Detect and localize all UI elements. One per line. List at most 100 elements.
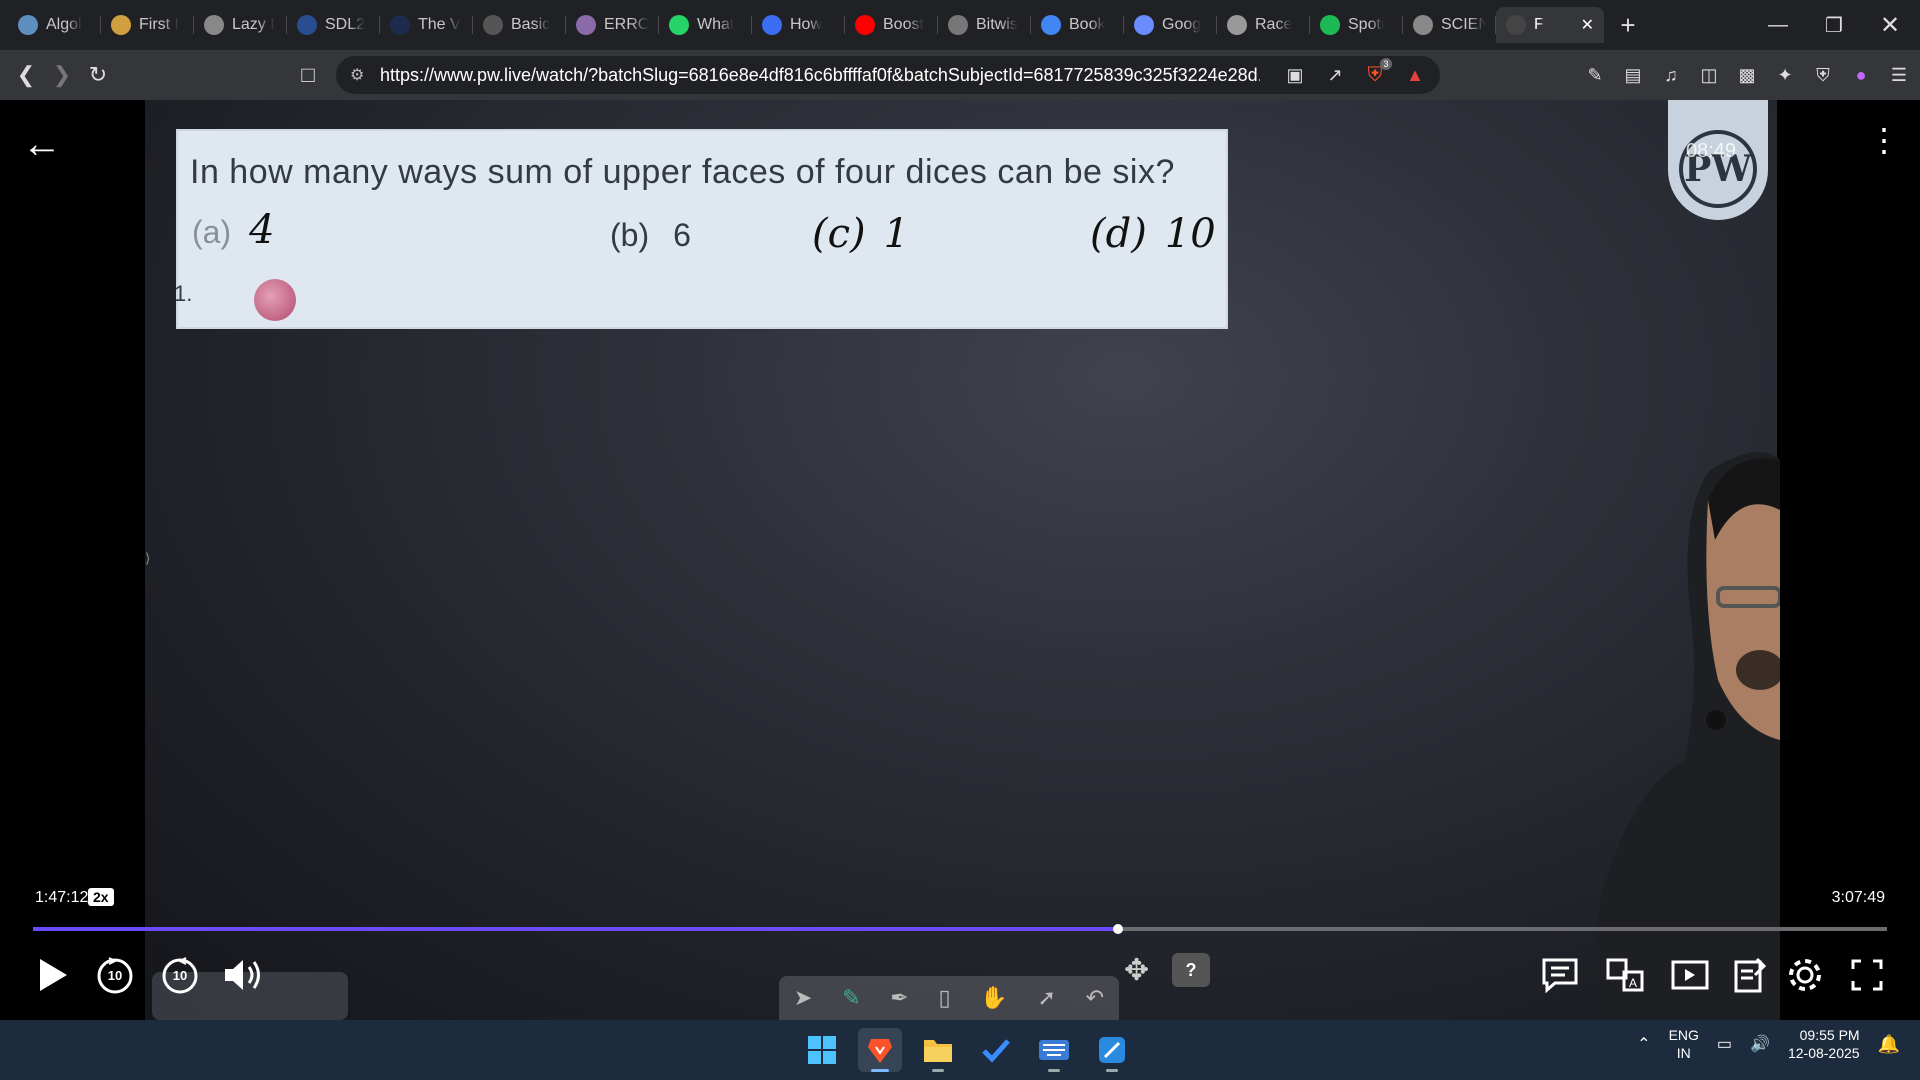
browser-tab[interactable]: Lazy I bbox=[194, 7, 287, 43]
tab-label: Bitwis bbox=[976, 16, 1018, 33]
video-player[interactable]: In how many ways sum of upper faces of f… bbox=[0, 100, 1920, 1020]
browser-tab[interactable]: Race bbox=[1217, 7, 1310, 43]
browser-tab[interactable]: The V bbox=[380, 7, 473, 43]
tab-label: Boost bbox=[883, 16, 924, 33]
file-explorer-icon[interactable] bbox=[916, 1028, 960, 1072]
pen-tool-icon[interactable]: ✎ bbox=[842, 985, 860, 1011]
windows-taskbar: ⌃ ENG IN ▭ 🔊 09:55 PM 12-08-2025 🔔 bbox=[0, 1020, 1920, 1080]
brave-rewards-icon[interactable]: ▲ bbox=[1402, 62, 1428, 88]
tab-label: Spoti bbox=[1348, 16, 1385, 33]
todo-check-icon[interactable] bbox=[974, 1028, 1018, 1072]
progress-knob[interactable] bbox=[1112, 924, 1123, 934]
side-panel-toggle-icon[interactable]: ⟩ bbox=[145, 550, 150, 567]
menu-icon[interactable]: ☰ bbox=[1886, 62, 1912, 88]
cast-icon[interactable]: ▣ bbox=[1282, 62, 1308, 88]
tab-label: First I bbox=[139, 16, 179, 33]
bookmark-icon[interactable]: □ bbox=[290, 57, 326, 93]
forward-icon[interactable]: ❯ bbox=[44, 57, 80, 93]
translate-icon[interactable]: A bbox=[1600, 950, 1650, 1000]
pointer-tool-icon[interactable]: ➤ bbox=[794, 985, 812, 1011]
keyboard-app-icon[interactable] bbox=[1032, 1028, 1076, 1072]
spotify-icon bbox=[1320, 15, 1340, 35]
settings-gear-icon[interactable] bbox=[1780, 950, 1830, 1000]
progress-bar[interactable] bbox=[33, 924, 1887, 934]
eraser-tool-icon[interactable]: ▯ bbox=[938, 985, 950, 1011]
more-options-icon[interactable]: ⋮ bbox=[1868, 124, 1900, 156]
browser-tab[interactable]: SDL2 bbox=[287, 7, 380, 43]
browser-tab[interactable]: F ✕ bbox=[1496, 7, 1604, 43]
sidebar-icon[interactable]: ◫ bbox=[1696, 62, 1722, 88]
url-text[interactable]: https://www.pw.live/watch/?batchSlug=681… bbox=[380, 65, 1260, 86]
tab-label: The V bbox=[418, 16, 461, 33]
highlighter-tool-icon[interactable]: ✒ bbox=[890, 985, 908, 1011]
chat-icon bbox=[18, 15, 38, 35]
arrow-tool-icon[interactable]: ➚ bbox=[1037, 985, 1055, 1011]
volume-button[interactable] bbox=[218, 950, 268, 1000]
brave-browser-icon[interactable] bbox=[858, 1028, 902, 1072]
profile-icon[interactable]: ● bbox=[1848, 62, 1874, 88]
site-settings-icon[interactable]: ⚙ bbox=[350, 65, 380, 85]
fullscreen-icon[interactable] bbox=[1842, 950, 1892, 1000]
tab-label: How bbox=[790, 16, 823, 33]
tab-label: What bbox=[697, 16, 735, 33]
media-icon[interactable]: ♫ bbox=[1658, 62, 1684, 88]
browser-tab[interactable]: Bitwis bbox=[938, 7, 1031, 43]
browser-tab[interactable]: Algol bbox=[8, 7, 101, 43]
browser-tab[interactable]: ERRO bbox=[566, 7, 659, 43]
svg-text:A: A bbox=[1629, 976, 1637, 990]
snipping-tool-icon[interactable] bbox=[1090, 1028, 1134, 1072]
notification-bell-icon[interactable]: 🔔 bbox=[1878, 1034, 1900, 1055]
hand-tool-icon[interactable]: ✋ bbox=[980, 985, 1007, 1011]
clock[interactable]: 09:55 PM 12-08-2025 bbox=[1788, 1026, 1860, 1062]
browser-tab[interactable]: What bbox=[659, 7, 752, 43]
vpn-icon[interactable]: ⛨ bbox=[1810, 62, 1836, 88]
browser-tab[interactable]: SCIEN bbox=[1403, 7, 1496, 43]
address-bar[interactable]: ⚙ https://www.pw.live/watch/?batchSlug=6… bbox=[336, 56, 1440, 94]
volume-tray-icon[interactable]: 🔊 bbox=[1750, 1034, 1770, 1054]
tab-label: ERRO bbox=[604, 16, 649, 33]
youtube-icon bbox=[855, 15, 875, 35]
browser-tab[interactable]: First I bbox=[101, 7, 194, 43]
video-mode-icon[interactable] bbox=[1665, 950, 1715, 1000]
close-tab-icon[interactable]: ✕ bbox=[1581, 15, 1594, 35]
network-icon[interactable]: ▭ bbox=[1717, 1034, 1732, 1054]
brave-shields-icon[interactable]: ⛨ 3 bbox=[1362, 58, 1392, 88]
share-icon[interactable]: ↗ bbox=[1322, 62, 1348, 88]
progress-fill bbox=[33, 927, 1118, 931]
back-arrow-icon[interactable]: ← bbox=[22, 122, 62, 167]
whatsapp-icon bbox=[669, 15, 689, 35]
browser-tab[interactable]: How bbox=[752, 7, 845, 43]
globe-icon bbox=[204, 15, 224, 35]
back-icon[interactable]: ❮ bbox=[8, 57, 44, 93]
undo-tool-icon[interactable]: ↶ bbox=[1086, 985, 1104, 1011]
comments-icon[interactable] bbox=[1535, 950, 1585, 1000]
tab-label: SCIEN bbox=[1441, 16, 1486, 33]
browser-tab[interactable]: Goog bbox=[1124, 7, 1217, 43]
help-icon[interactable]: ? bbox=[1172, 953, 1210, 987]
reload-icon[interactable]: ↻ bbox=[80, 57, 116, 93]
notes-icon[interactable] bbox=[1725, 950, 1775, 1000]
wallet-icon[interactable]: ▩ bbox=[1734, 62, 1760, 88]
forward-10-button[interactable]: 10 bbox=[155, 950, 205, 1000]
move-icon[interactable]: ✥ bbox=[1124, 953, 1149, 988]
extensions-icon[interactable]: ✎ bbox=[1582, 62, 1608, 88]
browser-tab[interactable]: Book bbox=[1031, 7, 1124, 43]
play-button[interactable] bbox=[28, 950, 78, 1000]
close-window-icon[interactable]: ✕ bbox=[1862, 0, 1918, 50]
reader-mode-icon[interactable]: ▤ bbox=[1620, 62, 1646, 88]
browser-tab[interactable]: Boost bbox=[845, 7, 938, 43]
shield-count-badge: 3 bbox=[1380, 58, 1392, 70]
tab-label: Book bbox=[1069, 16, 1106, 33]
restore-icon[interactable]: ❐ bbox=[1806, 0, 1862, 50]
browser-tab[interactable]: Spoti bbox=[1310, 7, 1403, 43]
laser-pointer-dot bbox=[254, 279, 296, 321]
language-indicator[interactable]: ENG IN bbox=[1669, 1026, 1699, 1062]
start-windows-icon[interactable] bbox=[800, 1028, 844, 1072]
playback-speed-badge[interactable]: 2x bbox=[88, 888, 114, 906]
browser-tab[interactable]: Basic bbox=[473, 7, 566, 43]
minimize-icon[interactable]: — bbox=[1750, 0, 1806, 50]
rewind-10-button[interactable]: 10 bbox=[90, 950, 140, 1000]
leo-ai-icon[interactable]: ✦ bbox=[1772, 62, 1798, 88]
show-hidden-icons-icon[interactable]: ⌃ bbox=[1637, 1034, 1650, 1054]
new-tab-button[interactable]: + bbox=[1608, 7, 1648, 43]
